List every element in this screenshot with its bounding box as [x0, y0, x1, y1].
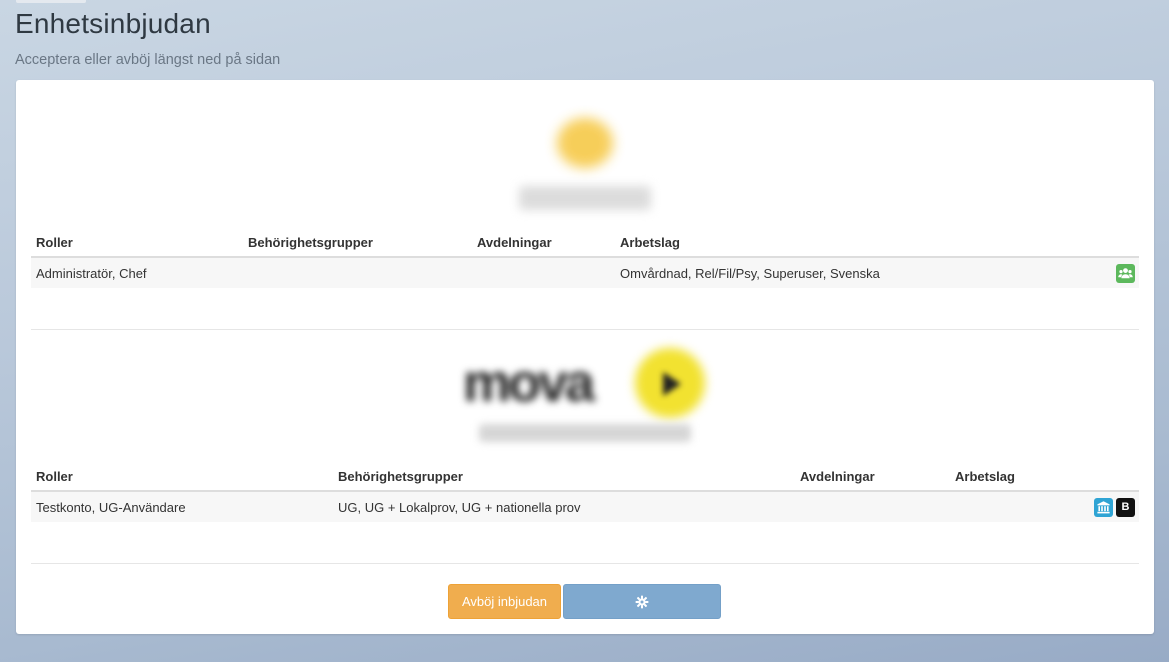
unit-logo-1 [557, 118, 613, 168]
column-header-behorighetsgrupper: Behörighetsgrupper [333, 462, 795, 492]
cell-icons: B [1079, 491, 1139, 522]
unit-name-blurred-1 [519, 186, 651, 210]
column-header-roller: Roller [31, 228, 243, 258]
logo-wordmark: mova [463, 353, 595, 413]
cell-arbetslag [950, 491, 1079, 522]
logo-arrow-shape [663, 372, 681, 396]
table-header-row: Roller Behörighetsgrupper Avdelningar Ar… [31, 462, 1139, 492]
unit-name-blurred-2 [479, 424, 691, 442]
unit-roles-table-1: Roller Behörighetsgrupper Avdelningar Ar… [31, 228, 1139, 288]
cell-avdelningar [472, 257, 615, 288]
cell-behorighetsgrupper: UG, UG + Lokalprov, UG + nationella prov [333, 491, 795, 522]
table-row: Testkonto, UG-Användare UG, UG + Lokalpr… [31, 491, 1139, 522]
cell-behorighetsgrupper [243, 257, 472, 288]
column-header-behorighetsgrupper: Behörighetsgrupper [243, 228, 472, 258]
b-badge-icon[interactable]: B [1116, 497, 1135, 517]
column-header-avdelningar: Avdelningar [795, 462, 950, 492]
column-header-actions [1079, 228, 1139, 258]
page-title: Enhetsinbjudan [15, 8, 211, 39]
page-subtitle: Acceptera eller avböj längst ned på sida… [15, 52, 281, 68]
unit-logo-2: mova [463, 348, 711, 418]
section-divider [31, 563, 1139, 564]
column-header-avdelningar: Avdelningar [472, 228, 615, 258]
column-header-roller: Roller [31, 462, 333, 492]
unit-section-1: Roller Behörighetsgrupper Avdelningar Ar… [31, 80, 1139, 330]
decline-invitation-button[interactable]: Avböj inbjudan [448, 584, 561, 619]
invitation-panel: Roller Behörighetsgrupper Avdelningar Ar… [16, 80, 1154, 634]
column-header-arbetslag: Arbetslag [615, 228, 1079, 258]
column-header-arbetslag: Arbetslag [950, 462, 1079, 492]
cell-avdelningar [795, 491, 950, 522]
column-header-actions [1079, 462, 1139, 492]
table-header-row: Roller Behörighetsgrupper Avdelningar Ar… [31, 228, 1139, 258]
action-bar: Avböj inbjudan [16, 584, 1154, 620]
users-icon[interactable] [1116, 263, 1135, 283]
unit-section-2: mova Roller Behörighetsgrupper Avdelning… [31, 330, 1139, 564]
cell-roller: Administratör, Chef [31, 257, 243, 288]
bank-icon[interactable] [1094, 497, 1113, 517]
accept-invitation-button[interactable] [563, 584, 721, 619]
cell-roller: Testkonto, UG-Användare [31, 491, 333, 522]
gear-icon [635, 594, 649, 609]
table-row: Administratör, Chef Omvårdnad, Rel/Fil/P… [31, 257, 1139, 288]
unit-roles-table-2: Roller Behörighetsgrupper Avdelningar Ar… [31, 462, 1139, 522]
cell-icons [1079, 257, 1139, 288]
cell-arbetslag: Omvårdnad, Rel/Fil/Psy, Superuser, Svens… [615, 257, 1079, 288]
top-tab[interactable] [16, 0, 86, 3]
